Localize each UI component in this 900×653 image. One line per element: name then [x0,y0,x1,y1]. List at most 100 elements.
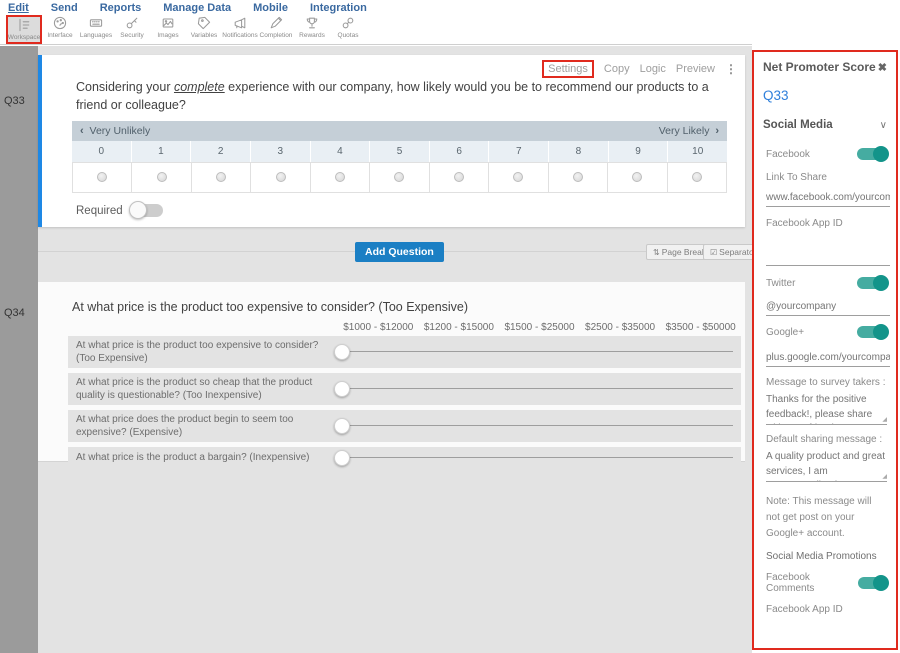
toolbar-item-workspace[interactable]: Workspace [6,15,42,44]
toolbar-item-completion[interactable]: Completion [258,15,294,44]
toolbar-label: Security [120,32,143,39]
slider [334,417,733,435]
menu-manage-data[interactable]: Manage Data [163,2,231,14]
facebook-link-input[interactable] [766,190,890,207]
google-plus-label: Google+ [766,327,804,338]
toolbar-label: Rewards [299,32,325,39]
link-to-share-label: Link To Share [766,172,827,183]
slider [334,449,733,467]
toolbar-label: Workspace [8,34,40,41]
radio-button[interactable] [276,172,286,182]
google-plus-toggle[interactable] [857,326,887,338]
nps-radio-cell [132,162,191,193]
notifications-icon [232,15,248,31]
promotions-row: Social Media Promotions [763,551,887,562]
radio-button[interactable] [573,172,583,182]
facebook-app-id2-row: Facebook App ID [763,604,887,615]
slider-rows: At what price is the product too expensi… [68,336,741,474]
nps-right-text: Very Likely [659,125,710,137]
menu-integration[interactable]: Integration [310,2,367,14]
menu-edit[interactable]: Edit [8,2,29,14]
toolbar-label: Interface [47,32,72,39]
slider-handle[interactable] [334,381,350,397]
copy-button[interactable]: Copy [604,63,630,75]
facebook-comments-toggle[interactable] [858,577,887,589]
toolbar-item-notifications[interactable]: Notifications [222,15,258,44]
radio-button[interactable] [513,172,523,182]
facebook-app-id2-input[interactable] [766,633,890,650]
question-block-q33[interactable]: Settings Copy Logic Preview ⋮ Considerin… [38,55,745,227]
kebab-menu-icon[interactable]: ⋮ [725,62,737,76]
toolbar-item-languages[interactable]: Languages [78,15,114,44]
twitter-handle-input[interactable] [766,299,890,316]
nps-radio-cell [489,162,548,193]
menu-send[interactable]: Send [51,2,78,14]
required-toggle[interactable] [131,204,163,217]
section-social-media[interactable]: Social Media ∨ [763,119,887,131]
radio-button[interactable] [97,172,107,182]
question-actions: Settings Copy Logic Preview ⋮ [542,60,737,78]
slider-row: At what price does the product begin to … [68,410,741,442]
nps-radio-row [72,162,727,193]
slider-track[interactable] [334,457,733,458]
toolbar-item-security[interactable]: Security [114,15,150,44]
nps-radio-cell [192,162,251,193]
chevron-right-icon[interactable]: › [715,125,719,137]
slider-row-label: At what price is the product a bargain? … [76,451,334,465]
toolbar-item-images[interactable]: Images [150,15,186,44]
logic-button[interactable]: Logic [640,63,666,75]
resize-handle-icon[interactable]: ◢ [882,416,887,423]
toolbar-item-quotas[interactable]: Quotas [330,15,366,44]
settings-button[interactable]: Settings [542,60,594,78]
preview-button[interactable]: Preview [676,63,715,75]
languages-icon [88,15,104,31]
question-title[interactable]: At what price is the product too expensi… [72,300,468,314]
menu-reports[interactable]: Reports [100,2,142,14]
radio-button[interactable] [394,172,404,182]
radio-button[interactable] [216,172,226,182]
completion-icon [268,15,284,31]
radio-button[interactable] [157,172,167,182]
chevron-down-icon[interactable]: ∨ [880,120,887,131]
facebook-app-id-row: Facebook App ID [763,218,887,229]
nps-number: 3 [251,141,311,162]
google-plus-link-input[interactable] [766,350,890,367]
default-sharing-textarea[interactable]: A quality product and great services, I … [766,450,887,482]
question-text[interactable]: Considering your complete experience wit… [76,78,716,114]
radio-button[interactable] [632,172,642,182]
twitter-toggle[interactable] [857,277,887,289]
question-block-q34[interactable]: At what price is the product too expensi… [38,282,745,462]
slider-handle[interactable] [334,418,350,434]
slider-handle[interactable] [334,344,350,360]
slider-track[interactable] [334,351,733,352]
facebook-app-id-input[interactable] [766,249,890,266]
radio-button[interactable] [454,172,464,182]
resize-handle-icon[interactable]: ◢ [882,473,887,480]
slider-track[interactable] [334,425,733,426]
toolbar-item-rewards[interactable]: Rewards [294,15,330,44]
toolbar-item-variables[interactable]: Variables [186,15,222,44]
slider-handle[interactable] [334,450,350,466]
page-break-icon: ⇅ [653,248,660,257]
toggle-knob [873,575,889,591]
link-to-share-row: Link To Share [763,172,887,183]
add-question-button[interactable]: Add Question [355,242,444,262]
nps-left-label: ‹ Very Unlikely [80,125,150,137]
slider-row: At what price is the product so cheap th… [68,373,741,405]
message-textarea-wrap: Thanks for the positive feedback!, pleas… [766,393,887,425]
toolbar-label: Images [157,32,178,39]
radio-button[interactable] [692,172,702,182]
facebook-comments-label: Facebook Comments [766,572,858,594]
toggle-knob [873,146,889,162]
chevron-left-icon[interactable]: ‹ [80,125,84,137]
menu-mobile[interactable]: Mobile [253,2,288,14]
facebook-app-id-label: Facebook App ID [766,218,843,229]
twitter-row: Twitter [763,277,887,289]
message-textarea[interactable]: Thanks for the positive feedback!, pleas… [766,393,887,425]
close-icon[interactable]: ✖ [878,61,887,74]
facebook-toggle[interactable] [857,148,887,160]
radio-button[interactable] [335,172,345,182]
toolbar-item-interface[interactable]: Interface [42,15,78,44]
slider-track[interactable] [334,388,733,389]
facebook-comments-row: Facebook Comments [763,572,887,594]
